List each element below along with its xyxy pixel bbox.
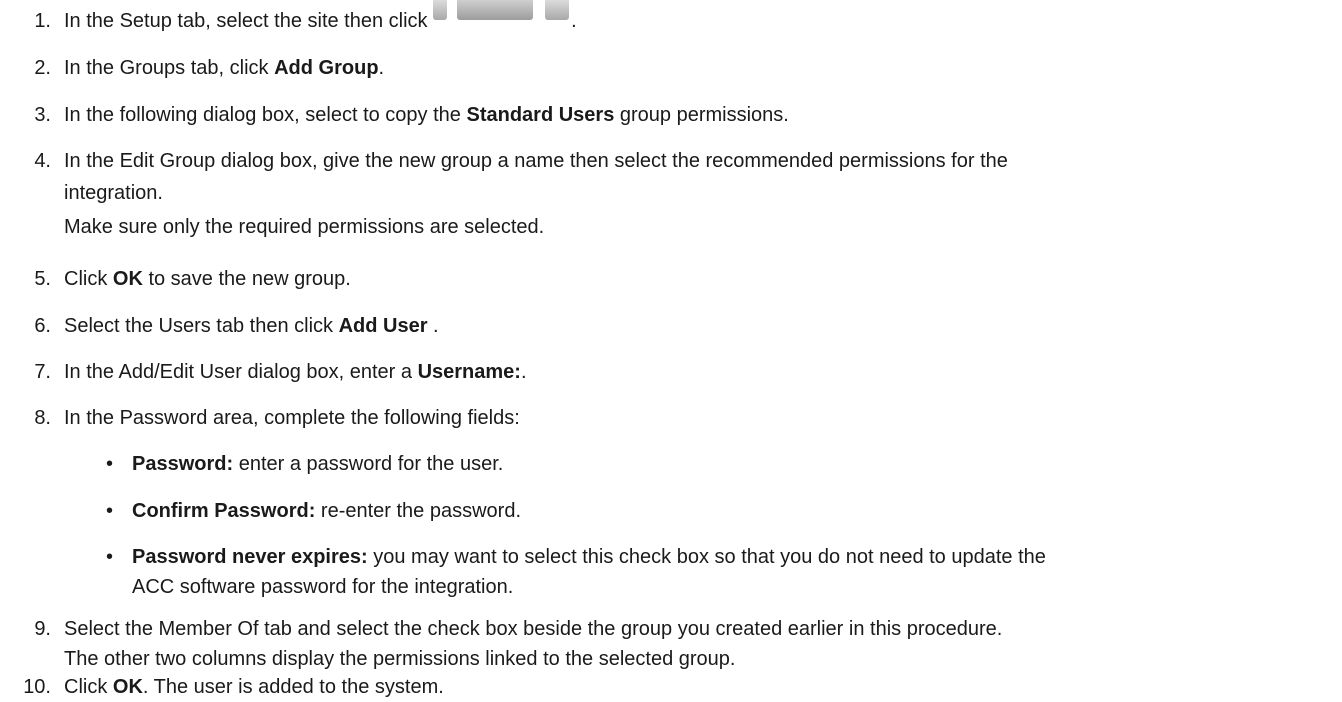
step-number: 9. xyxy=(34,618,51,640)
field-name: Confirm Password: xyxy=(132,500,316,522)
step-number: 4. xyxy=(34,150,51,172)
step-text: Select the Users tab then click Add User… xyxy=(64,315,439,337)
field-name: Password never expires: xyxy=(132,546,368,568)
step-text: Click OK. The user is added to the syste… xyxy=(64,676,444,698)
step-number: 5. xyxy=(34,268,51,290)
ui-term: Username: xyxy=(417,361,521,383)
step-number: 10. xyxy=(23,676,51,698)
ui-term: OK xyxy=(112,268,143,290)
ui-term: OK xyxy=(112,676,143,698)
bullet-marker: • xyxy=(106,453,114,475)
step-number: 7. xyxy=(34,361,51,383)
ui-term: Standard Users xyxy=(466,104,615,126)
step-text: In the Edit Group dialog box, give the n… xyxy=(64,146,1324,242)
step-number: 2. xyxy=(34,57,51,79)
setup-icon xyxy=(433,0,571,20)
ui-term: Add Group xyxy=(274,57,379,79)
step-number: 3. xyxy=(34,104,51,126)
step-number: 8. xyxy=(34,407,51,429)
field-name: Password: xyxy=(132,453,234,475)
step-text: Click OK to save the new group. xyxy=(64,268,351,290)
step-note: Make sure only the required permissions … xyxy=(64,216,545,238)
step-text: In the Groups tab, click Add Group. xyxy=(64,57,385,79)
bullet-marker: • xyxy=(106,546,114,568)
ui-term: Add User xyxy=(338,315,428,337)
step-number: 6. xyxy=(34,315,51,337)
step-text: Select the Member Of tab and select the … xyxy=(64,618,1003,670)
step-number: 1. xyxy=(34,10,51,32)
step-text: In the Setup tab, select the site then c… xyxy=(64,0,1324,36)
step-text: In the Add/Edit User dialog box, enter a… xyxy=(64,361,527,383)
step-text: In the Password area, complete the follo… xyxy=(64,407,520,429)
bullet-marker: • xyxy=(106,500,114,522)
step-text: In the following dialog box, select to c… xyxy=(64,104,789,126)
